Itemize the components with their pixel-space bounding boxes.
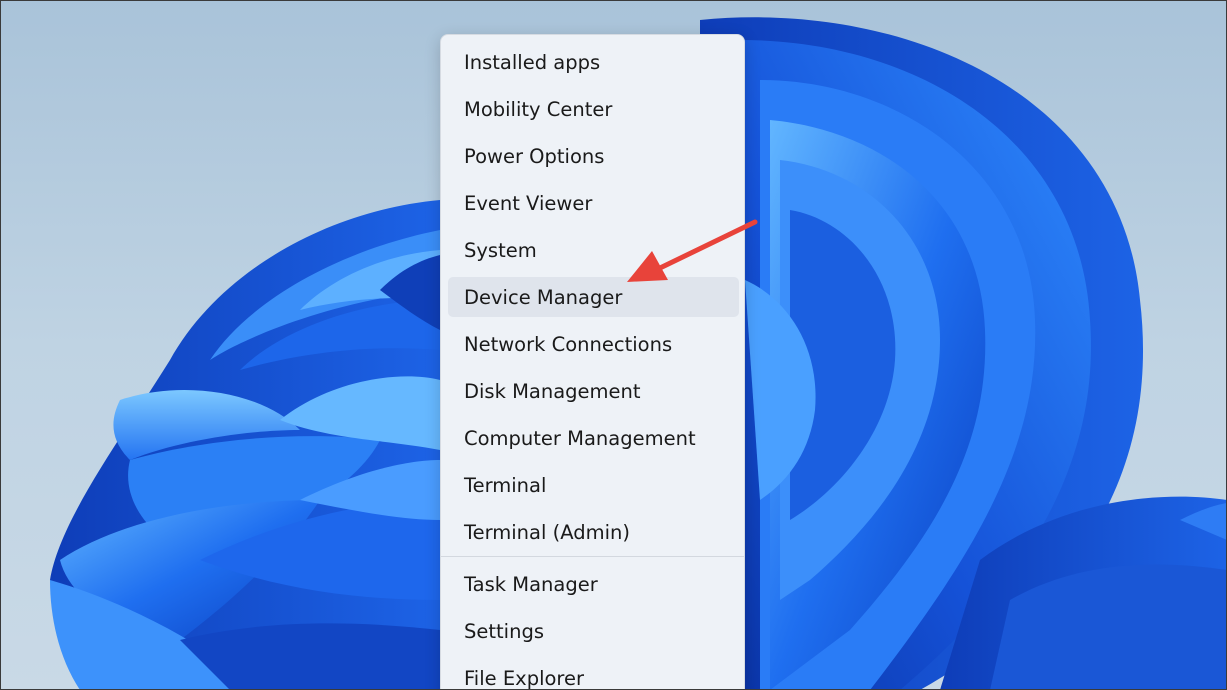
menu-item-disk-management[interactable]: Disk Management — [448, 371, 739, 411]
menu-item-installed-apps[interactable]: Installed apps — [448, 42, 739, 82]
menu-item-label: Terminal (Admin) — [464, 520, 630, 544]
menu-item-label: Network Connections — [464, 332, 673, 356]
menu-item-mobility-center[interactable]: Mobility Center — [448, 89, 739, 129]
menu-item-power-options[interactable]: Power Options — [448, 136, 739, 176]
menu-item-terminal[interactable]: Terminal — [448, 465, 739, 505]
menu-item-label: Device Manager — [464, 285, 623, 309]
quick-link-context-menu: Installed apps Mobility Center Power Opt… — [440, 34, 745, 690]
menu-item-label: Terminal — [464, 473, 547, 497]
menu-item-label: System — [464, 238, 537, 262]
menu-item-label: Settings — [464, 619, 544, 643]
menu-item-label: Installed apps — [464, 50, 601, 74]
menu-item-label: Disk Management — [464, 379, 641, 403]
menu-item-system[interactable]: System — [448, 230, 739, 270]
menu-divider — [441, 556, 744, 557]
menu-item-settings[interactable]: Settings — [448, 611, 739, 651]
menu-item-label: Event Viewer — [464, 191, 593, 215]
menu-item-label: Mobility Center — [464, 97, 613, 121]
menu-item-device-manager[interactable]: Device Manager — [448, 277, 739, 317]
menu-item-event-viewer[interactable]: Event Viewer — [448, 183, 739, 223]
menu-item-file-explorer[interactable]: File Explorer — [448, 658, 739, 690]
menu-item-label: File Explorer — [464, 666, 585, 690]
desktop: Installed apps Mobility Center Power Opt… — [0, 0, 1227, 690]
menu-item-label: Power Options — [464, 144, 605, 168]
menu-item-label: Computer Management — [464, 426, 696, 450]
menu-item-network-connections[interactable]: Network Connections — [448, 324, 739, 364]
menu-item-task-manager[interactable]: Task Manager — [448, 564, 739, 604]
menu-item-computer-management[interactable]: Computer Management — [448, 418, 739, 458]
menu-item-terminal-admin[interactable]: Terminal (Admin) — [448, 512, 739, 552]
menu-item-label: Task Manager — [464, 572, 598, 596]
